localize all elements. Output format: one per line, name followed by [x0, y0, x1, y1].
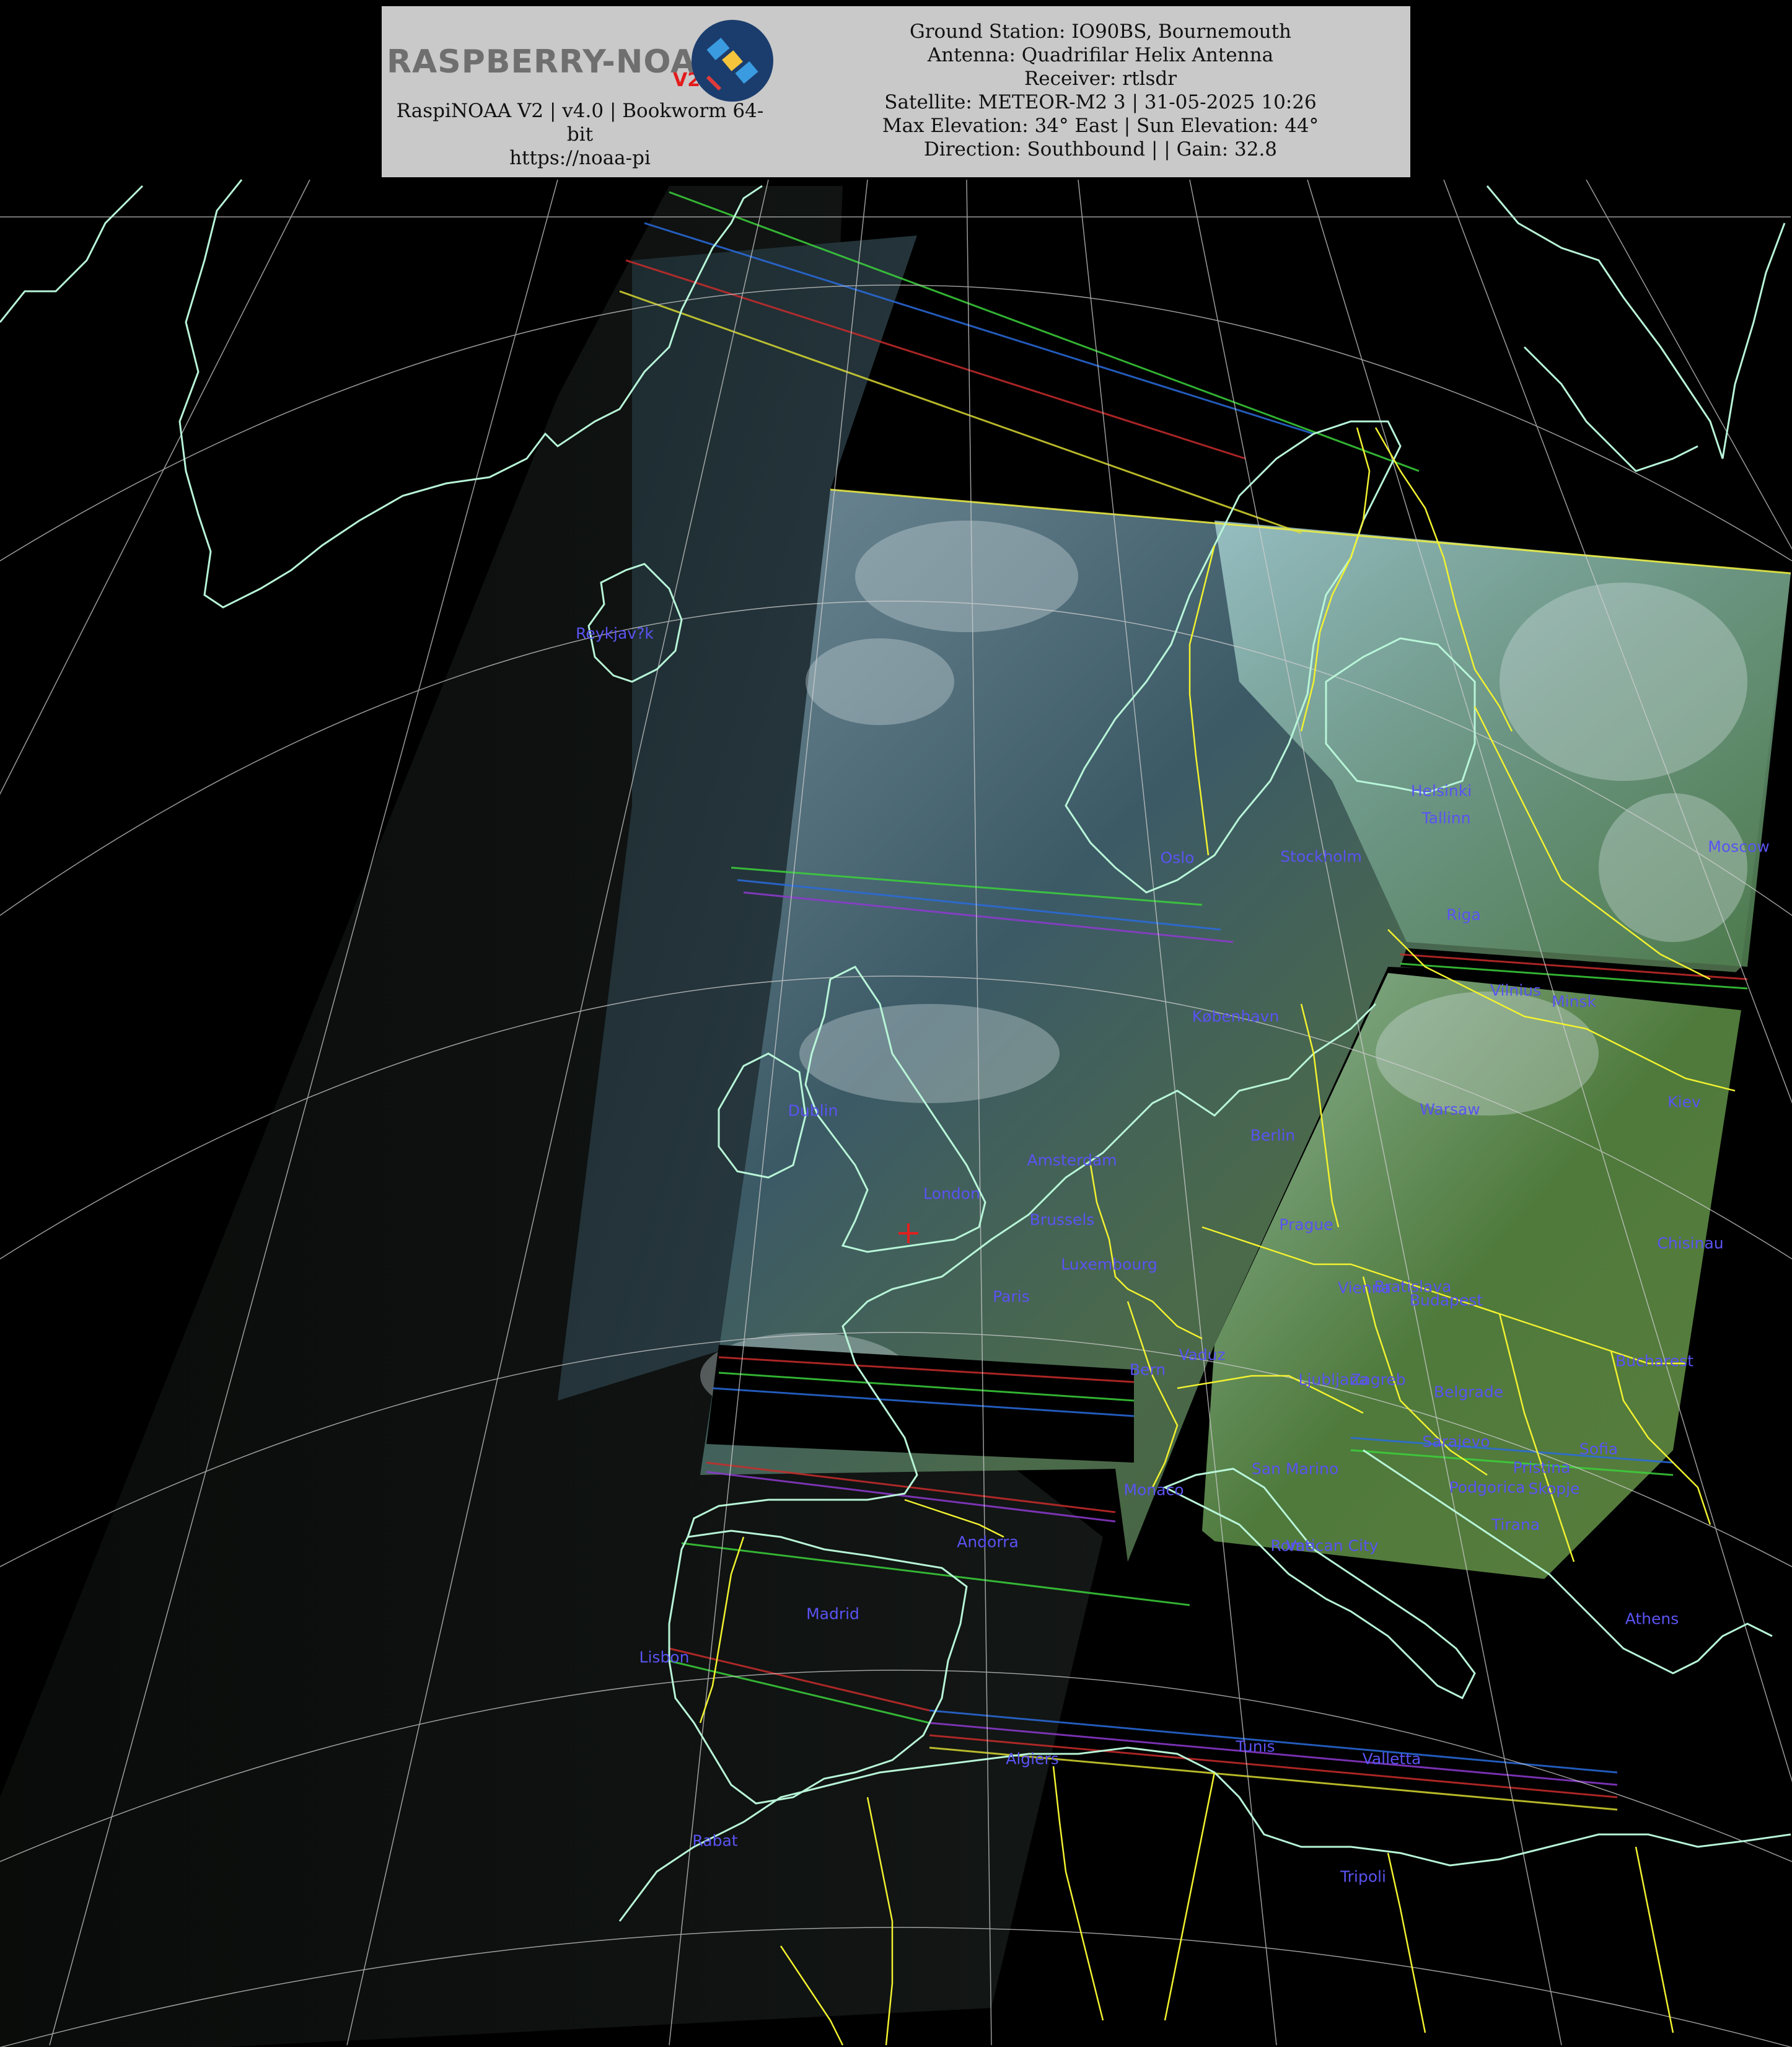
- city-label: København: [1192, 1007, 1280, 1026]
- city-label: Athens: [1625, 1609, 1679, 1628]
- city-label: Prague: [1279, 1215, 1333, 1234]
- city-label: Tirana: [1491, 1515, 1540, 1534]
- satellite-map: [0, 179, 1792, 2047]
- logo-text: RASPBERRY-NOAA: [387, 43, 722, 81]
- city-label: Warsaw: [1420, 1100, 1480, 1119]
- city-label: Stockholm: [1280, 847, 1362, 866]
- system-info-line: bit: [566, 123, 594, 146]
- city-label: Belgrade: [1433, 1383, 1504, 1401]
- city-label: Budapest: [1409, 1291, 1483, 1310]
- city-label: Tallinn: [1421, 809, 1471, 827]
- city-label: Valletta: [1362, 1750, 1421, 1768]
- system-info-line: https://noaa-pi: [509, 147, 651, 169]
- city-label: Monaco: [1123, 1481, 1184, 1499]
- info-header: RASPBERRY-NOAA V2 RaspiNOAA V2 | v4.0 | …: [382, 6, 1410, 177]
- antenna: Antenna: Quadrifilar Helix Antenna: [927, 44, 1274, 66]
- city-label: Podgorica: [1449, 1478, 1526, 1497]
- city-label: Kiev: [1667, 1093, 1701, 1111]
- direction-gain: Direction: Southbound | | Gain: 32.8: [923, 138, 1278, 161]
- city-label: Luxembourg: [1061, 1255, 1157, 1274]
- nw-russia-coast: [1486, 185, 1786, 472]
- receiver: Receiver: rtlsdr: [1024, 68, 1177, 90]
- city-label: Sarajevo: [1422, 1432, 1490, 1451]
- ground-station: Ground Station: IO90BS, Bournemouth: [909, 20, 1292, 43]
- city-label: Oslo: [1160, 848, 1195, 867]
- city-label: San Marino: [1251, 1459, 1339, 1478]
- city-label: Dublin: [788, 1101, 838, 1120]
- city-label: Rabat: [692, 1831, 738, 1850]
- city-label: Rome: [1270, 1536, 1315, 1555]
- city-label: Tunis: [1236, 1737, 1275, 1756]
- city-label: Pristina: [1513, 1458, 1571, 1477]
- city-label: Algiers: [1006, 1750, 1059, 1768]
- city-label: Riga: [1446, 905, 1481, 924]
- system-info-line: RaspiNOAA V2 | v4.0 | Bookworm 64-: [396, 100, 764, 122]
- ground-station-marker-icon: [898, 1223, 918, 1243]
- city-label: Brussels: [1029, 1210, 1095, 1229]
- city-label: Bucharest: [1615, 1352, 1693, 1370]
- city-label: Madrid: [806, 1605, 859, 1623]
- city-label: Vilnius: [1490, 981, 1542, 1000]
- city-label: London: [923, 1184, 980, 1203]
- city-label: Minsk: [1552, 992, 1596, 1011]
- satellite-logo-icon: [692, 20, 773, 102]
- system-info: RaspiNOAA V2 | v4.0 | Bookworm 64- bit h…: [382, 99, 778, 170]
- elevation: Max Elevation: 34° East | Sun Elevation:…: [882, 115, 1319, 137]
- city-label: Sofia: [1579, 1440, 1619, 1458]
- city-label: Skopje: [1528, 1479, 1580, 1498]
- satellite: Satellite: METEOR-M2 3 | 31-05-2025 10:2…: [884, 91, 1317, 113]
- city-label: Paris: [993, 1287, 1030, 1306]
- pass-info: Ground Station: IO90BS, Bournemouth Ante…: [803, 20, 1398, 161]
- city-label: Andorra: [957, 1533, 1019, 1551]
- city-label: Berlin: [1250, 1126, 1296, 1145]
- city-label: Vaduz: [1179, 1345, 1226, 1364]
- city-label: Reykjav?k: [576, 624, 654, 643]
- city-label: Moscow: [1708, 837, 1770, 856]
- raspberry-noaa-logo: RASPBERRY-NOAA V2: [387, 17, 773, 102]
- city-label: Bern: [1129, 1360, 1166, 1379]
- city-label: Amsterdam: [1027, 1151, 1117, 1169]
- city-label: Chisinau: [1657, 1234, 1724, 1252]
- city-label: Lisbon: [639, 1648, 690, 1666]
- city-label: Zagreb: [1350, 1370, 1406, 1389]
- city-label: Tripoli: [1340, 1867, 1386, 1886]
- city-label: Helsinki: [1410, 781, 1472, 800]
